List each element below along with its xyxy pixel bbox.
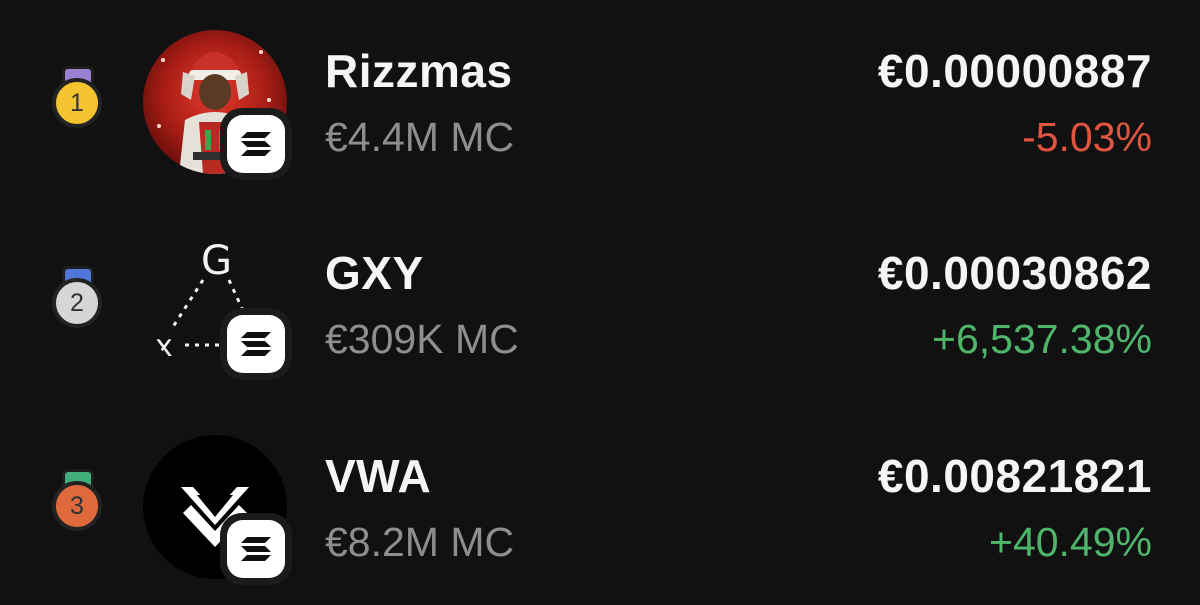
token-name: GXY xyxy=(325,247,424,299)
token-price: €0.00000887 xyxy=(877,45,1152,97)
price-change: +40.49% xyxy=(989,519,1152,565)
solana-icon xyxy=(220,513,292,585)
token-price: €0.00821821 xyxy=(877,450,1152,502)
market-cap: €8.2M MC xyxy=(325,519,515,565)
market-cap: €309K MC xyxy=(325,316,519,362)
price-change: -5.03% xyxy=(1022,114,1152,160)
price-change: +6,537.38% xyxy=(932,316,1152,362)
token-row-gxy[interactable]: 2 G x GXY €309K MC €0.00030862 +6,537.38… xyxy=(0,202,1200,402)
token-name: Rizzmas xyxy=(325,45,513,97)
token-name: VWA xyxy=(325,450,432,502)
medal-rank: 3 xyxy=(52,481,102,531)
token-row-rizzmas[interactable]: 1 Rizzmas €4.4M MC €0.00000887 -5.03% xyxy=(0,0,1200,200)
token-price: €0.00030862 xyxy=(877,247,1152,299)
svg-text:G: G xyxy=(201,238,232,284)
token-row-vwa[interactable]: 3 VWA €8.2M MC €0.00821821 +40.49% xyxy=(0,405,1200,605)
medal-rank: 2 xyxy=(52,278,102,328)
silver-medal-icon: 2 xyxy=(50,266,106,336)
solana-icon xyxy=(220,108,292,180)
token-leaderboard-list: 1 Rizzmas €4.4M MC €0.00000887 -5.03% 2 … xyxy=(0,0,1200,600)
bronze-medal-icon: 3 xyxy=(50,469,106,539)
market-cap: €4.4M MC xyxy=(325,114,515,160)
solana-icon xyxy=(220,308,292,380)
gold-medal-icon: 1 xyxy=(50,66,106,136)
medal-rank: 1 xyxy=(52,78,102,128)
svg-text:x: x xyxy=(155,329,173,364)
